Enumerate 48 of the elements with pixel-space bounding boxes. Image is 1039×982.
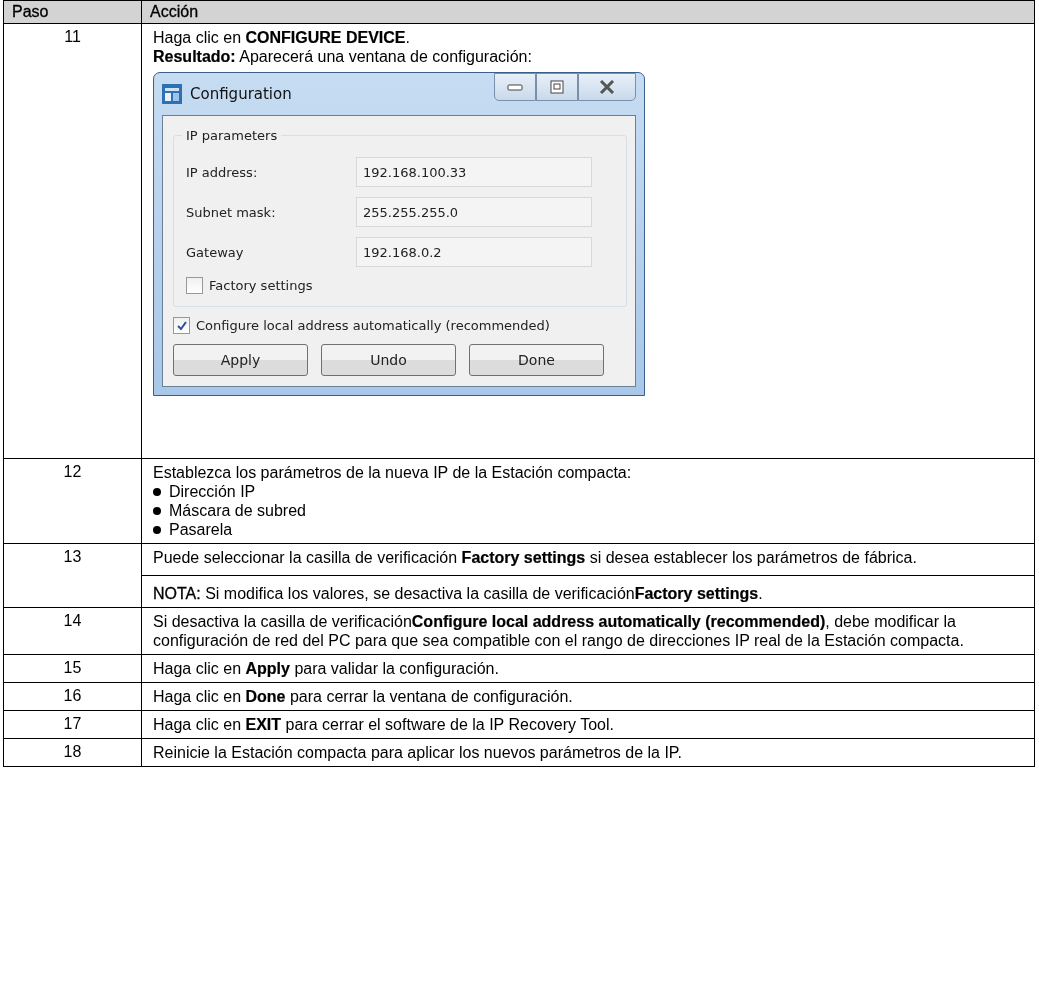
bullet-icon [153,525,161,534]
instruction-text: Resultado: Aparecerá una ventana de configuración: [153,47,533,66]
instruction-text: Reinicie la Estación compacta para aplicar los nuevos parámetros de la IP. [153,743,683,762]
checkbox-label: Factory settings [209,278,313,293]
step-number: 12 [3,458,142,544]
instruction-text: Haga clic en EXIT para cerrar el software de la IP Recovery Tool. [153,715,615,734]
checkbox[interactable] [173,317,190,334]
close-button[interactable] [578,73,636,101]
field-label: Subnet mask: [186,204,277,220]
list-item-text: Dirección IP [169,482,256,501]
dialog-button[interactable]: Undo [321,344,456,376]
minimize-button[interactable] [494,73,536,101]
maximize-icon [550,80,564,94]
list-item-text: Máscara de subred [169,501,306,520]
app-icon [162,84,182,104]
list-item-text: Pasarela [169,520,233,539]
bullet-icon [153,487,161,496]
column-header: Paso [3,0,142,24]
close-icon [599,80,615,94]
step-number: 13 [3,543,142,608]
maximize-button[interactable] [536,73,578,101]
input-field[interactable]: 192.168.100.33 [356,157,592,187]
step-number: 17 [3,710,142,739]
step-number: 14 [3,607,142,655]
instruction-text: Haga clic en Done para cerrar la ventana de configuración. [153,687,574,706]
instruction-text: Haga clic en Apply para validar la configuración. [153,659,500,678]
instruction-text: Si desactiva la casilla de verificaciónConfigure local address automatically (recommended), debe modificar la configuración de red del PC para que sea compatible con el rango de direcciones IP real de la Estación compacta. [153,612,965,650]
bullet-icon [153,506,161,515]
instruction-text: Puede seleccionar la casilla de verificación Factory settings si desea establecer los parámetros de fábrica. [153,548,918,567]
step-number: 11 [3,23,142,459]
dialog-button[interactable]: Apply [173,344,308,376]
minimize-icon [507,83,523,91]
column-header: Acción [141,0,1035,24]
instruction-text: Haga clic en CONFIGURE DEVICE. [153,28,411,47]
window-title: Configuration [190,85,292,103]
step-number: 16 [3,682,142,711]
field-label: Gateway [186,244,245,260]
input-field[interactable]: 255.255.255.0 [356,197,592,227]
step-number: 15 [3,654,142,683]
field-label: IP address: [186,164,259,180]
input-field[interactable]: 192.168.0.2 [356,237,592,267]
note-text: NOTA: Si modifica los valores, se desactiva la casilla de verificaciónFactory settings. [153,584,764,603]
checkbox-label: Configure local address automatically (recommended) [196,318,550,333]
step-number: 18 [3,738,142,767]
checkbox[interactable] [186,277,203,294]
instruction-text: Establezca los parámetros de la nueva IP de la Estación compacta: [153,463,633,482]
dialog-button[interactable]: Done [469,344,604,376]
group-title: IP parameters [185,128,279,143]
